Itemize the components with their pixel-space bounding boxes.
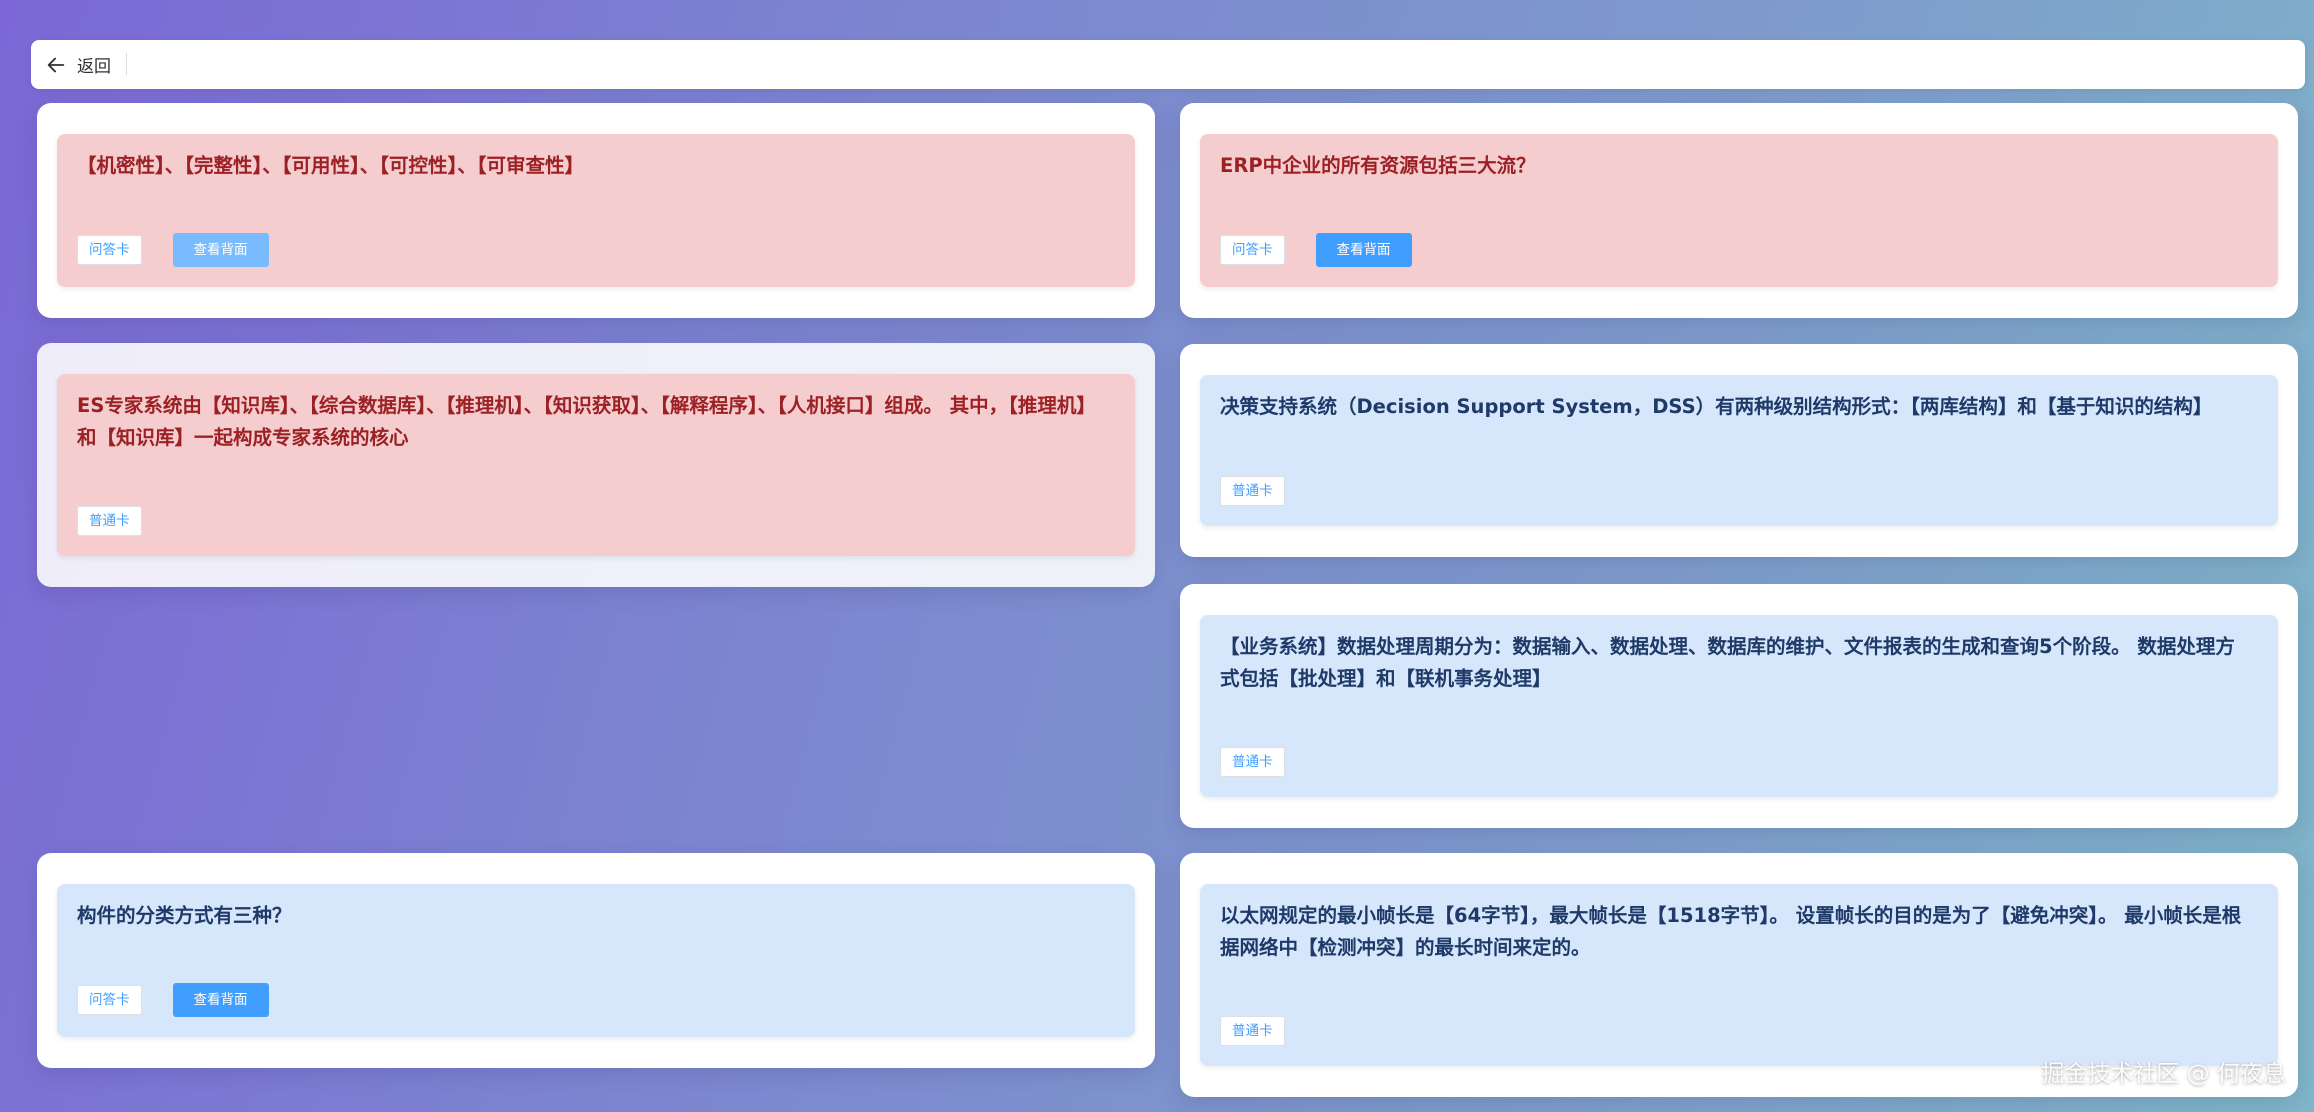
flashcard: 构件的分类方式有三种？ 问答卡 查看背面: [37, 853, 1155, 1068]
card-type-tag: 问答卡: [1220, 235, 1285, 265]
header-divider: [126, 53, 127, 75]
flashcard-text: 以太网规定的最小帧长是【64字节】，最大帧长是【1518字节】。 设置帧长的目的…: [1220, 904, 2242, 959]
flashcard: 【机密性】、【完整性】、【可用性】、【可控性】、【可审查性】 问答卡 查看背面: [37, 103, 1155, 318]
card-type-tag: 问答卡: [77, 985, 142, 1015]
flashcard-footer: 问答卡 查看背面: [77, 983, 269, 1017]
flashcard-footer: 问答卡 查看背面: [1220, 233, 1412, 267]
flashcard: 【业务系统】数据处理周期分为：数据输入、数据处理、数据库的维护、文件报表的生成和…: [1180, 584, 2298, 828]
flashcard-body: ES专家系统由【知识库】、【综合数据库】、【推理机】、【知识获取】、【解释程序】…: [57, 374, 1135, 556]
card-type-tag: 普通卡: [1220, 747, 1285, 777]
flashcard-body: 决策支持系统（Decision Support System，DSS）有两种级别…: [1200, 375, 2278, 526]
flashcard-footer: 普通卡: [1220, 1016, 1285, 1046]
flashcard-footer: 普通卡: [1220, 747, 1285, 777]
flashcard-footer: 普通卡: [77, 506, 142, 536]
flashcard-text: ES专家系统由【知识库】、【综合数据库】、【推理机】、【知识获取】、【解释程序】…: [77, 394, 1096, 449]
card-type-tag: 问答卡: [77, 235, 142, 265]
flashcard-body: ERP中企业的所有资源包括三大流？ 问答卡 查看背面: [1200, 134, 2278, 287]
card-type-tag: 普通卡: [77, 506, 142, 536]
flashcard-body: 【业务系统】数据处理周期分为：数据输入、数据处理、数据库的维护、文件报表的生成和…: [1200, 615, 2278, 797]
flashcard-body: 【机密性】、【完整性】、【可用性】、【可控性】、【可审查性】 问答卡 查看背面: [57, 134, 1135, 287]
back-label: 返回: [77, 57, 111, 77]
flashcard: ES专家系统由【知识库】、【综合数据库】、【推理机】、【知识获取】、【解释程序】…: [37, 343, 1155, 587]
flashcard-body: 构件的分类方式有三种？ 问答卡 查看背面: [57, 884, 1135, 1037]
card-type-tag: 普通卡: [1220, 1016, 1285, 1046]
flashcard-text: 构件的分类方式有三种？: [77, 904, 292, 927]
view-back-button[interactable]: 查看背面: [172, 983, 269, 1017]
flashcard-text: ERP中企业的所有资源包括三大流？: [1220, 154, 1536, 177]
flashcard: 决策支持系统（Decision Support System，DSS）有两种级别…: [1180, 344, 2298, 557]
back-button[interactable]: 返回: [39, 40, 117, 89]
flashcard: ERP中企业的所有资源包括三大流？ 问答卡 查看背面: [1180, 103, 2298, 318]
card-type-tag: 普通卡: [1220, 476, 1285, 506]
arrow-left-icon: [47, 57, 65, 72]
watermark: 掘金技术社区 @ 何夜息: [2041, 1061, 2286, 1087]
flashcard-text: 【业务系统】数据处理周期分为：数据输入、数据处理、数据库的维护、文件报表的生成和…: [1220, 635, 2235, 690]
flashcard-text: 决策支持系统（Decision Support System，DSS）有两种级别…: [1220, 395, 2213, 418]
flashcard-body: 以太网规定的最小帧长是【64字节】，最大帧长是【1518字节】。 设置帧长的目的…: [1200, 884, 2278, 1066]
flashcard-footer: 普通卡: [1220, 476, 1285, 506]
view-back-button[interactable]: 查看背面: [1315, 233, 1412, 267]
top-bar: 返回: [31, 40, 2305, 89]
flashcard-text: 【机密性】、【完整性】、【可用性】、【可控性】、【可审查性】: [77, 154, 585, 177]
flashcard-footer: 问答卡 查看背面: [77, 233, 269, 267]
view-back-button[interactable]: 查看背面: [172, 233, 269, 267]
